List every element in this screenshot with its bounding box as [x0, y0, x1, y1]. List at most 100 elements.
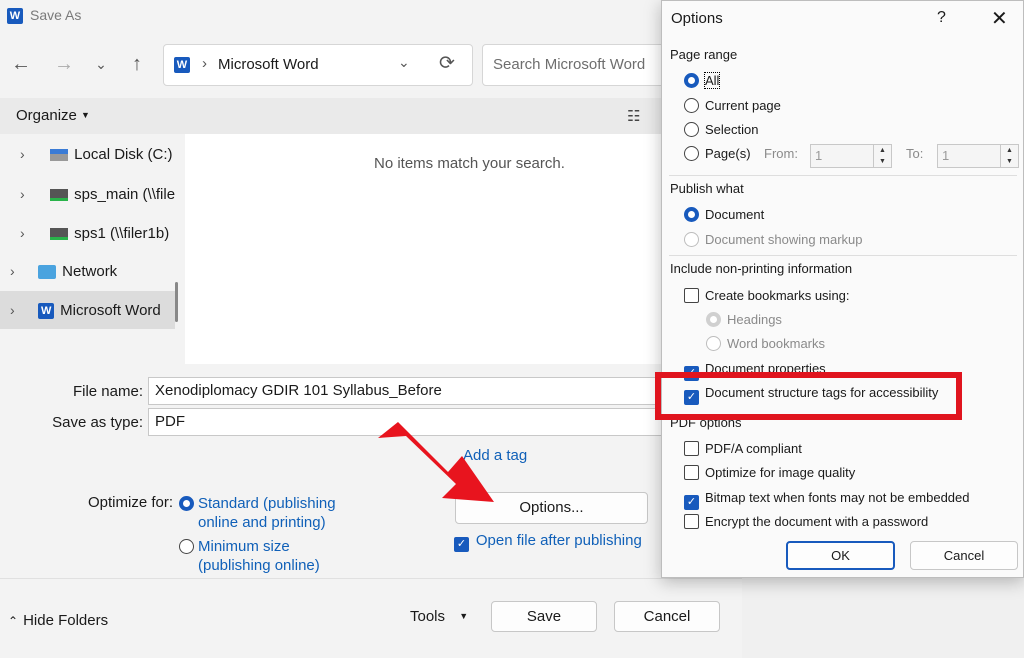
publish-what-heading: Publish what — [670, 181, 744, 196]
tree-item-sps-main[interactable]: › sps_main (\\filer — [0, 175, 175, 213]
page-range-all-radio[interactable]: All — [684, 72, 721, 89]
checkbox-checked-icon[interactable]: ✓ — [454, 537, 469, 552]
checkbox-unchecked-icon[interactable] — [684, 514, 699, 529]
help-button[interactable]: ? — [937, 9, 946, 27]
optimize-image-checkbox[interactable]: Optimize for image quality — [684, 465, 855, 480]
radio-selected-icon[interactable] — [684, 73, 699, 88]
radio-unselected-icon[interactable] — [179, 539, 194, 554]
to-label: To: — [906, 146, 924, 161]
forward-arrow-icon[interactable]: → — [51, 51, 77, 77]
nonprinting-heading: Include non-printing information — [670, 261, 853, 276]
network-drive-icon — [50, 228, 69, 241]
pdfa-checkbox[interactable]: PDF/A compliant — [684, 441, 802, 456]
radio-disabled-icon[interactable] — [706, 312, 721, 327]
word-app-icon: W — [7, 8, 23, 24]
address-bar[interactable]: W › Microsoft Word ⌄ ⟳ — [163, 44, 473, 86]
radio-disabled-icon[interactable] — [706, 336, 721, 351]
optimize-standard-radio[interactable] — [179, 496, 194, 514]
selection-radio[interactable]: Selection — [684, 122, 758, 137]
optimize-minimum-label[interactable]: Minimum size (publishing online) — [198, 537, 320, 575]
hide-folders-button[interactable]: ⌃ Hide Folders — [8, 612, 108, 629]
optimize-minimum-line2: (publishing online) — [198, 557, 320, 574]
optimize-minimum-radio[interactable] — [179, 539, 194, 557]
spinner-arrows-icon[interactable]: ▲ ▼ — [1000, 145, 1018, 167]
radio-selected-icon[interactable] — [179, 496, 194, 511]
expand-chevron-icon[interactable]: › — [10, 291, 24, 329]
network-icon — [38, 265, 57, 280]
expand-chevron-icon[interactable]: › — [20, 175, 34, 213]
publish-document-radio[interactable]: Document — [684, 207, 764, 222]
search-input[interactable]: Search Microsoft Word — [482, 44, 682, 86]
hide-folders-label: Hide Folders — [23, 612, 109, 629]
tree-item-network[interactable]: › Network — [0, 252, 175, 290]
nav-pane-scrollbar[interactable] — [175, 282, 178, 322]
pages-label: Page(s) — [705, 146, 751, 161]
tree-item-local-disk[interactable]: › Local Disk (C:) — [0, 135, 175, 173]
expand-chevron-icon[interactable]: › — [10, 252, 24, 290]
address-location[interactable]: Microsoft Word — [218, 56, 319, 73]
document-markup-label: Document showing markup — [705, 232, 863, 247]
cancel-button[interactable]: Cancel — [614, 601, 720, 632]
refresh-icon[interactable]: ⟳ — [439, 52, 455, 75]
optimize-standard-line2: online and printing) — [198, 514, 326, 531]
empty-message: No items match your search. — [374, 155, 565, 172]
to-spinner[interactable]: 1 ▲ ▼ — [937, 144, 1019, 168]
word-bookmarks-label: Word bookmarks — [727, 336, 826, 351]
ok-button[interactable]: OK — [786, 541, 895, 570]
tools-label: Tools — [410, 608, 446, 625]
create-bookmarks-label: Create bookmarks using: — [705, 288, 850, 303]
create-bookmarks-checkbox[interactable]: Create bookmarks using: — [684, 288, 850, 303]
navigation-pane: › Local Disk (C:) › sps_main (\\filer › … — [0, 134, 185, 364]
back-arrow-icon[interactable]: ← — [8, 51, 34, 77]
headings-radio[interactable]: Headings — [706, 312, 782, 327]
title-bar: W Save As — [0, 0, 742, 32]
divider — [669, 255, 1017, 256]
from-spinner[interactable]: 1 ▲ ▼ — [810, 144, 892, 168]
close-icon[interactable]: ✕ — [991, 6, 1008, 31]
publish-markup-radio[interactable]: Document showing markup — [684, 232, 863, 247]
optimize-image-label: Optimize for image quality — [705, 465, 856, 480]
optimize-standard-label[interactable]: Standard (publishing online and printing… — [198, 494, 336, 532]
expand-chevron-icon[interactable]: › — [20, 135, 34, 173]
bitmap-text-checkbox[interactable]: ✓ Bitmap text when fonts may not be embed… — [684, 490, 970, 510]
encrypt-checkbox[interactable]: Encrypt the document with a password — [684, 514, 928, 529]
save-button[interactable]: Save — [491, 601, 597, 632]
options-cancel-button[interactable]: Cancel — [910, 541, 1018, 570]
tree-item-label: Network — [62, 263, 118, 280]
options-dialog: Options ? ✕ Page range All Current page … — [661, 0, 1024, 578]
current-page-radio[interactable]: Current page — [684, 98, 781, 113]
word-folder-icon: W — [38, 303, 55, 320]
pages-radio[interactable]: Page(s) — [684, 146, 751, 161]
file-name-input[interactable]: Xenodiplomacy GDIR 101 Syllabus_Before — [148, 377, 668, 405]
tools-button[interactable]: Tools ▼ — [410, 608, 468, 625]
tree-item-sps1[interactable]: › sps1 (\\filer1b) — [0, 214, 175, 252]
open-after-publishing-label: Open file after publishing — [475, 532, 642, 549]
recent-locations-chevron-icon[interactable]: ⌄ — [88, 51, 114, 77]
headings-label: Headings — [727, 312, 782, 327]
organize-caret-icon: ▼ — [81, 110, 90, 120]
organize-button[interactable]: Organize ▼ — [16, 107, 90, 124]
network-drive-icon — [50, 189, 69, 202]
radio-unselected-icon[interactable] — [684, 98, 699, 113]
radio-unselected-icon[interactable] — [684, 122, 699, 137]
command-bar: Organize ▼ ☷ — [0, 98, 742, 134]
view-options-icon[interactable]: ☷ — [627, 107, 640, 125]
expand-chevron-icon[interactable]: › — [20, 214, 34, 252]
radio-disabled-icon[interactable] — [684, 232, 699, 247]
file-name-label: File name: — [72, 383, 143, 400]
up-arrow-icon[interactable]: ↑ — [124, 51, 150, 77]
page-range-heading: Page range — [670, 47, 738, 62]
spinner-arrows-icon[interactable]: ▲ ▼ — [873, 145, 891, 167]
checkbox-unchecked-icon[interactable] — [684, 465, 699, 480]
word-bookmarks-radio[interactable]: Word bookmarks — [706, 336, 825, 351]
checkbox-unchecked-icon[interactable] — [684, 288, 699, 303]
open-after-publishing-checkbox[interactable]: ✓ Open file after publishing — [454, 532, 642, 552]
radio-unselected-icon[interactable] — [684, 146, 699, 161]
tree-item-microsoft-word[interactable]: › W Microsoft Word — [0, 291, 175, 329]
address-dropdown-chevron-icon[interactable]: ⌄ — [398, 54, 410, 71]
radio-selected-icon[interactable] — [684, 207, 699, 222]
optimize-for-label: Optimize for: — [88, 494, 174, 511]
file-list-pane: No items match your search. — [185, 134, 742, 364]
checkbox-checked-icon[interactable]: ✓ — [684, 495, 699, 510]
checkbox-unchecked-icon[interactable] — [684, 441, 699, 456]
